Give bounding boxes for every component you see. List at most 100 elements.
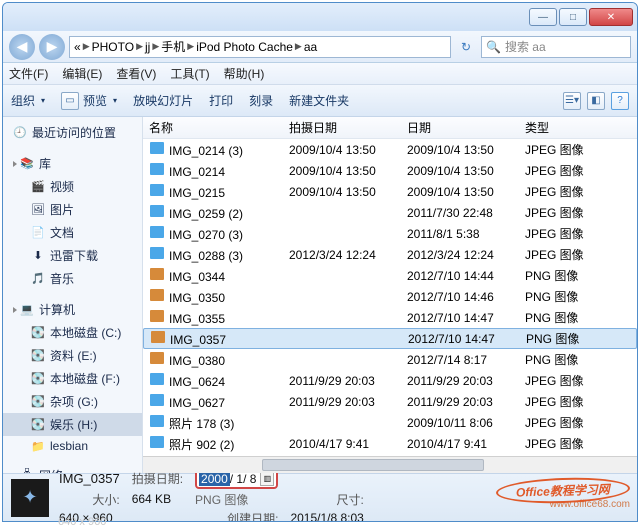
preview-icon: ▭ <box>61 92 79 110</box>
titlebar: — □ ✕ <box>3 3 637 31</box>
menu-edit[interactable]: 编辑(E) <box>62 65 102 82</box>
sidebar-documents[interactable]: 📄文档 <box>3 221 142 244</box>
breadcrumb-segment[interactable]: aa <box>304 40 317 54</box>
explorer-window: — □ ✕ ◀ ▶ «▶PHOTO▶jj▶手机▶iPod Photo Cache… <box>2 2 638 522</box>
sidebar-libraries[interactable]: 📚库 <box>3 152 142 175</box>
sidebar-recent[interactable]: 🕘最近访问的位置 <box>3 121 142 144</box>
sidebar-drive-f[interactable]: 💽本地磁盘 (F:) <box>3 367 142 390</box>
breadcrumb-separator-icon: ▶ <box>295 41 302 52</box>
details-filename: IMG_0357 <box>59 471 120 486</box>
search-icon: 🔍 <box>486 40 501 54</box>
table-row[interactable]: IMG_0288 (3)2012/3/24 12:242012/3/24 12:… <box>143 244 637 265</box>
col-shotdate[interactable]: 拍摄日期 <box>283 119 401 136</box>
sidebar-drive-h[interactable]: 💽娱乐 (H:) <box>3 413 142 436</box>
library-icon: 📚 <box>20 157 34 171</box>
sidebar-computer[interactable]: 💻计算机 <box>3 298 142 321</box>
breadcrumb-segment[interactable]: PHOTO <box>92 40 134 54</box>
preview-button[interactable]: ▭预览▾ <box>61 92 117 110</box>
sidebar-folder-lesbian[interactable]: 📁lesbian <box>3 436 142 456</box>
download-icon: ⬇ <box>31 249 45 263</box>
forward-button[interactable]: ▶ <box>39 34 65 60</box>
newfolder-button[interactable]: 新建文件夹 <box>289 92 349 109</box>
details-pane: ✦ IMG_0357 拍摄日期: 2000/ 1/ 8 ▥ 大小: 664 KB… <box>3 473 637 521</box>
sidebar: 🕘最近访问的位置 📚库 🎬视频 🖼图片 📄文档 ⬇迅雷下载 🎵音乐 💻计算机 💽… <box>3 117 143 473</box>
col-type[interactable]: 类型 <box>519 119 609 136</box>
menu-view[interactable]: 查看(V) <box>116 65 156 82</box>
minimize-button[interactable]: — <box>529 8 557 26</box>
breadcrumb-separator-icon: ▶ <box>187 41 194 52</box>
sidebar-drive-c[interactable]: 💽本地磁盘 (C:) <box>3 321 142 344</box>
horizontal-scrollbar[interactable] <box>143 456 637 473</box>
table-row[interactable]: IMG_02142009/10/4 13:502009/10/4 13:50JP… <box>143 160 637 181</box>
nav-bar: ◀ ▶ «▶PHOTO▶jj▶手机▶iPod Photo Cache▶aa ↻ … <box>3 31 637 63</box>
col-name[interactable]: 名称 <box>143 119 283 136</box>
table-row[interactable]: 照片 178 (3)2009/10/11 8:06JPEG 图像 <box>143 412 637 433</box>
breadcrumb-segment[interactable]: jj <box>145 40 150 54</box>
sidebar-pictures[interactable]: 🖼图片 <box>3 198 142 221</box>
file-icon <box>149 309 165 323</box>
table-row[interactable]: IMG_03552012/7/10 14:47PNG 图像 <box>143 307 637 328</box>
file-icon <box>149 351 165 365</box>
sidebar-videos[interactable]: 🎬视频 <box>3 175 142 198</box>
date-picker-button[interactable]: ▥ <box>260 472 274 486</box>
table-row[interactable]: IMG_03502012/7/10 14:46PNG 图像 <box>143 286 637 307</box>
preview-pane-button[interactable]: ◧ <box>587 92 605 110</box>
recent-icon: 🕘 <box>13 126 27 140</box>
search-input[interactable]: 🔍 搜索 aa <box>481 36 631 58</box>
file-icon <box>149 162 165 176</box>
slideshow-button[interactable]: 放映幻灯片 <box>133 92 193 109</box>
refresh-button[interactable]: ↻ <box>455 36 477 58</box>
column-headers: 名称 拍摄日期 日期 类型 <box>143 117 637 139</box>
file-list-panel: 名称 拍摄日期 日期 类型 IMG_0214 (3)2009/10/4 13:5… <box>143 117 637 473</box>
table-row[interactable]: IMG_0214 (3)2009/10/4 13:502009/10/4 13:… <box>143 139 637 160</box>
sidebar-drive-g[interactable]: 💽杂项 (G:) <box>3 390 142 413</box>
scrollbar-thumb[interactable] <box>262 459 484 471</box>
table-row[interactable]: IMG_03802012/7/14 8:17PNG 图像 <box>143 349 637 370</box>
table-row[interactable]: IMG_06242011/9/29 20:032011/9/29 20:03JP… <box>143 370 637 391</box>
burn-button[interactable]: 刻录 <box>249 92 273 109</box>
file-icon <box>149 414 165 428</box>
help-button[interactable]: ? <box>611 92 629 110</box>
table-row[interactable]: IMG_02152009/10/4 13:502009/10/4 13:50JP… <box>143 181 637 202</box>
back-button[interactable]: ◀ <box>9 34 35 60</box>
file-icon <box>149 393 165 407</box>
breadcrumb-separator-icon: ▶ <box>83 41 90 52</box>
breadcrumb-segment[interactable]: iPod Photo Cache <box>196 40 293 54</box>
close-button[interactable]: ✕ <box>589 8 633 26</box>
sidebar-xunlei[interactable]: ⬇迅雷下载 <box>3 244 142 267</box>
drive-icon: 💽 <box>31 326 45 340</box>
col-date[interactable]: 日期 <box>401 119 519 136</box>
file-icon <box>149 288 165 302</box>
menu-file[interactable]: 文件(F) <box>9 65 48 82</box>
breadcrumb-segment[interactable]: « <box>74 40 81 54</box>
file-icon <box>149 246 165 260</box>
print-button[interactable]: 打印 <box>209 92 233 109</box>
drive-icon: 💽 <box>31 395 45 409</box>
breadcrumb-segment[interactable]: 手机 <box>161 38 185 55</box>
table-row[interactable]: IMG_06272011/9/29 20:032011/9/29 20:03JP… <box>143 391 637 412</box>
music-icon: 🎵 <box>31 272 45 286</box>
table-row[interactable]: IMG_03572012/7/10 14:47PNG 图像 <box>143 328 637 349</box>
view-mode-button[interactable]: ☰▾ <box>563 92 581 110</box>
table-row[interactable]: 照片 902 (2)2010/4/17 9:412010/4/17 9:41JP… <box>143 433 637 454</box>
table-row[interactable]: IMG_0270 (3)2011/8/1 5:38JPEG 图像 <box>143 223 637 244</box>
file-rows: IMG_0214 (3)2009/10/4 13:502009/10/4 13:… <box>143 139 637 456</box>
toolbar: 组织▾ ▭预览▾ 放映幻灯片 打印 刻录 新建文件夹 ☰▾ ◧ ? <box>3 85 637 117</box>
table-row[interactable]: IMG_0259 (2)2011/7/30 22:48JPEG 图像 <box>143 202 637 223</box>
table-row[interactable]: IMG_03442012/7/10 14:44PNG 图像 <box>143 265 637 286</box>
sidebar-drive-e[interactable]: 💽资料 (E:) <box>3 344 142 367</box>
video-icon: 🎬 <box>31 180 45 194</box>
organize-button[interactable]: 组织▾ <box>11 92 45 109</box>
menu-tools[interactable]: 工具(T) <box>170 65 209 82</box>
label-dim: 尺寸: <box>290 491 363 508</box>
details-size: 664 KB <box>132 492 183 506</box>
folder-icon: 📁 <box>31 439 45 453</box>
file-icon <box>149 183 165 197</box>
file-icon <box>149 372 165 386</box>
drive-icon: 💽 <box>31 349 45 363</box>
maximize-button[interactable]: □ <box>559 8 587 26</box>
year-selected[interactable]: 2000 <box>199 472 230 486</box>
menu-help[interactable]: 帮助(H) <box>224 65 265 82</box>
breadcrumb[interactable]: «▶PHOTO▶jj▶手机▶iPod Photo Cache▶aa <box>69 36 451 58</box>
sidebar-music[interactable]: 🎵音乐 <box>3 267 142 290</box>
